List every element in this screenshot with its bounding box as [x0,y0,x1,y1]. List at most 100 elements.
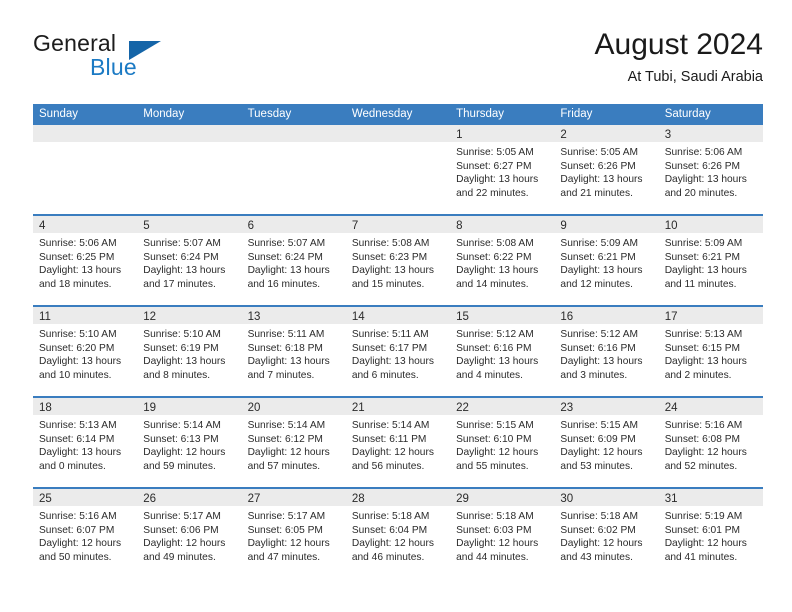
day-number-band: 24 [658,398,763,415]
day-info: Sunrise: 5:15 AM Sunset: 6:09 PM Daylight:… [554,415,658,473]
sunrise-text: Sunrise: 5:05 AM [456,147,534,158]
calendar-day-cell[interactable]: 19 Sunrise: 5:14 AM Sunset: 6:13 PM Dayligh… [137,398,242,487]
weekday-thursday: Thursday [456,108,505,120]
calendar-day-cell[interactable]: 12 Sunrise: 5:10 AM Sunset: 6:19 PM Dayligh… [137,307,242,396]
calendar-day-cell[interactable]: 21 Sunrise: 5:14 AM Sunset: 6:11 PM Dayligh… [345,398,451,487]
day-number: 31 [664,493,678,505]
calendar-day-cell[interactable]: 31 Sunrise: 5:19 AM Sunset: 6:01 PM Dayligh… [658,489,763,578]
day-number: 24 [664,402,678,414]
weekday-friday: Friday [560,108,593,120]
daylight-text: Daylight: 13 hours and 6 minutes. [351,356,434,381]
sunset-text: Sunset: 6:18 PM [247,342,323,354]
calendar-day-cell[interactable]: 8 Sunrise: 5:08 AM Sunset: 6:22 PM Daylight… [450,216,555,305]
day-number-band [241,125,346,142]
brand-logo[interactable]: General Blue [33,30,253,90]
calendar-day-cell[interactable]: 26 Sunrise: 5:17 AM Sunset: 6:06 PM Dayligh… [137,489,242,578]
sunrise-text: Sunrise: 5:07 AM [247,238,326,249]
calendar-day-cell[interactable]: 20 Sunrise: 5:14 AM Sunset: 6:12 PM Dayligh… [241,398,346,487]
sunrise-text: Sunrise: 5:12 AM [456,329,534,340]
day-number-band: 21 [345,398,451,415]
calendar-day-cell[interactable]: 18 Sunrise: 5:13 AM Sunset: 6:14 PM Dayligh… [33,398,138,487]
sunrise-text: Sunrise: 5:12 AM [560,329,638,340]
calendar-day-cell[interactable]: 30 Sunrise: 5:18 AM Sunset: 6:02 PM Dayligh… [554,489,659,578]
day-number: 17 [664,311,678,323]
sunrise-text: Sunrise: 5:07 AM [143,238,221,249]
day-number-band [137,125,242,142]
calendar-day-cell[interactable]: 4 Sunrise: 5:06 AM Sunset: 6:25 PM Daylight… [33,216,138,305]
day-number-band: 31 [658,489,763,506]
calendar-day-cell[interactable]: 22 Sunrise: 5:15 AM Sunset: 6:10 PM Dayligh… [450,398,555,487]
day-number: 13 [247,311,261,323]
day-number: 3 [664,129,672,141]
sunrise-text: Sunrise: 5:16 AM [664,420,743,431]
day-number-band: 16 [554,307,659,324]
sunset-text: Sunset: 6:07 PM [39,524,115,536]
calendar-day-cell[interactable]: 1 Sunrise: 5:05 AM Sunset: 6:27 PM Daylight… [450,125,555,214]
day-number-band: 25 [33,489,138,506]
calendar-day-cell[interactable]: 7 Sunrise: 5:08 AM Sunset: 6:23 PM Daylight… [345,216,451,305]
day-info: Sunrise: 5:15 AM Sunset: 6:10 PM Daylight:… [450,415,554,473]
calendar-day-cell[interactable]: 14 Sunrise: 5:11 AM Sunset: 6:17 PM Dayligh… [345,307,451,396]
calendar-day-cell[interactable]: 15 Sunrise: 5:12 AM Sunset: 6:16 PM Dayligh… [450,307,555,396]
calendar-day-cell[interactable]: 17 Sunrise: 5:13 AM Sunset: 6:15 PM Dayligh… [658,307,763,396]
calendar-day-cell[interactable]: 5 Sunrise: 5:07 AM Sunset: 6:24 PM Daylight… [137,216,242,305]
calendar-day-cell[interactable]: 10 Sunrise: 5:09 AM Sunset: 6:21 PM Dayligh… [658,216,763,305]
day-number: 16 [560,311,574,323]
daylight-text: Daylight: 13 hours and 10 minutes. [39,356,122,381]
title-block: August 2024 At Tubi, Saudi Arabia [595,26,763,88]
calendar-day-cell[interactable]: 25 Sunrise: 5:16 AM Sunset: 6:07 PM Dayligh… [33,489,138,578]
calendar-day-cell[interactable]: 28 Sunrise: 5:18 AM Sunset: 6:04 PM Dayligh… [345,489,451,578]
calendar-day-cell[interactable]: 16 Sunrise: 5:12 AM Sunset: 6:16 PM Dayligh… [554,307,659,396]
day-info: Sunrise: 5:09 AM Sunset: 6:21 PM Daylight:… [554,233,658,291]
sunrise-text: Sunrise: 5:09 AM [560,238,638,249]
sunrise-text: Sunrise: 5:05 AM [560,147,638,158]
calendar-day-cell[interactable]: 29 Sunrise: 5:18 AM Sunset: 6:03 PM Dayligh… [450,489,555,578]
day-info: Sunrise: 5:18 AM Sunset: 6:02 PM Daylight:… [554,506,658,564]
sunset-text: Sunset: 6:20 PM [39,342,115,354]
calendar-day-cell[interactable]: 24 Sunrise: 5:16 AM Sunset: 6:08 PM Dayligh… [658,398,763,487]
calendar-page: General Blue August 2024 At Tubi, Saudi … [0,0,792,612]
calendar-day-cell[interactable]: 23 Sunrise: 5:15 AM Sunset: 6:09 PM Dayligh… [554,398,659,487]
day-number-band [33,125,138,142]
sunrise-text: Sunrise: 5:10 AM [143,329,221,340]
weekday-monday: Monday [143,108,185,120]
day-info: Sunrise: 5:07 AM Sunset: 6:24 PM Daylight:… [137,233,241,291]
sunset-text: Sunset: 6:06 PM [143,524,219,536]
calendar-day-cell[interactable]: 27 Sunrise: 5:17 AM Sunset: 6:05 PM Dayligh… [241,489,346,578]
daylight-text: Daylight: 13 hours and 4 minutes. [456,356,539,381]
day-number: 29 [456,493,469,505]
calendar-day-cell[interactable]: 9 Sunrise: 5:09 AM Sunset: 6:21 PM Daylight… [554,216,659,305]
calendar-day-cell[interactable]: 3 Sunrise: 5:06 AM Sunset: 6:26 PM Daylight… [658,125,763,214]
day-info: Sunrise: 5:13 AM Sunset: 6:14 PM Daylight:… [33,415,137,473]
day-number: 25 [39,493,52,505]
daylight-text: Daylight: 12 hours and 53 minutes. [560,447,643,472]
calendar-day-cell[interactable]: 13 Sunrise: 5:11 AM Sunset: 6:18 PM Dayligh… [241,307,346,396]
sunset-text: Sunset: 6:05 PM [247,524,323,536]
weekday-header-row: Sunday Monday Tuesday Wednesday Thursday… [33,104,763,125]
day-number-band: 29 [450,489,555,506]
sunrise-text: Sunrise: 5:14 AM [247,420,326,431]
calendar-day-cell[interactable]: 2 Sunrise: 5:05 AM Sunset: 6:26 PM Daylight… [554,125,659,214]
day-info: Sunrise: 5:10 AM Sunset: 6:19 PM Daylight:… [137,324,241,382]
sunset-text: Sunset: 6:11 PM [351,433,427,445]
weekday-wednesday: Wednesday [351,108,413,120]
calendar-day-cell[interactable]: 6 Sunrise: 5:07 AM Sunset: 6:24 PM Daylight… [241,216,346,305]
day-number-band: 22 [450,398,555,415]
day-number-band: 6 [241,216,346,233]
day-number: 22 [456,402,469,414]
day-info: Sunrise: 5:10 AM Sunset: 6:20 PM Daylight:… [33,324,137,382]
sunrise-text: Sunrise: 5:09 AM [664,238,743,249]
sunset-text: Sunset: 6:16 PM [456,342,532,354]
sunset-text: Sunset: 6:15 PM [664,342,741,354]
calendar-day-cell[interactable]: 11 Sunrise: 5:10 AM Sunset: 6:20 PM Dayligh… [33,307,138,396]
sunset-text: Sunset: 6:25 PM [39,251,115,263]
day-number-band: 8 [450,216,555,233]
sunset-text: Sunset: 6:01 PM [664,524,741,536]
day-number: 12 [143,311,157,323]
day-number: 19 [143,402,157,414]
day-number-band: 27 [241,489,346,506]
calendar-day-cell-empty [241,125,346,214]
day-number: 8 [456,220,463,232]
daylight-text: Daylight: 12 hours and 57 minutes. [247,447,330,472]
calendar-weeks: 1 Sunrise: 5:05 AM Sunset: 6:27 PM Daylight… [33,125,763,578]
